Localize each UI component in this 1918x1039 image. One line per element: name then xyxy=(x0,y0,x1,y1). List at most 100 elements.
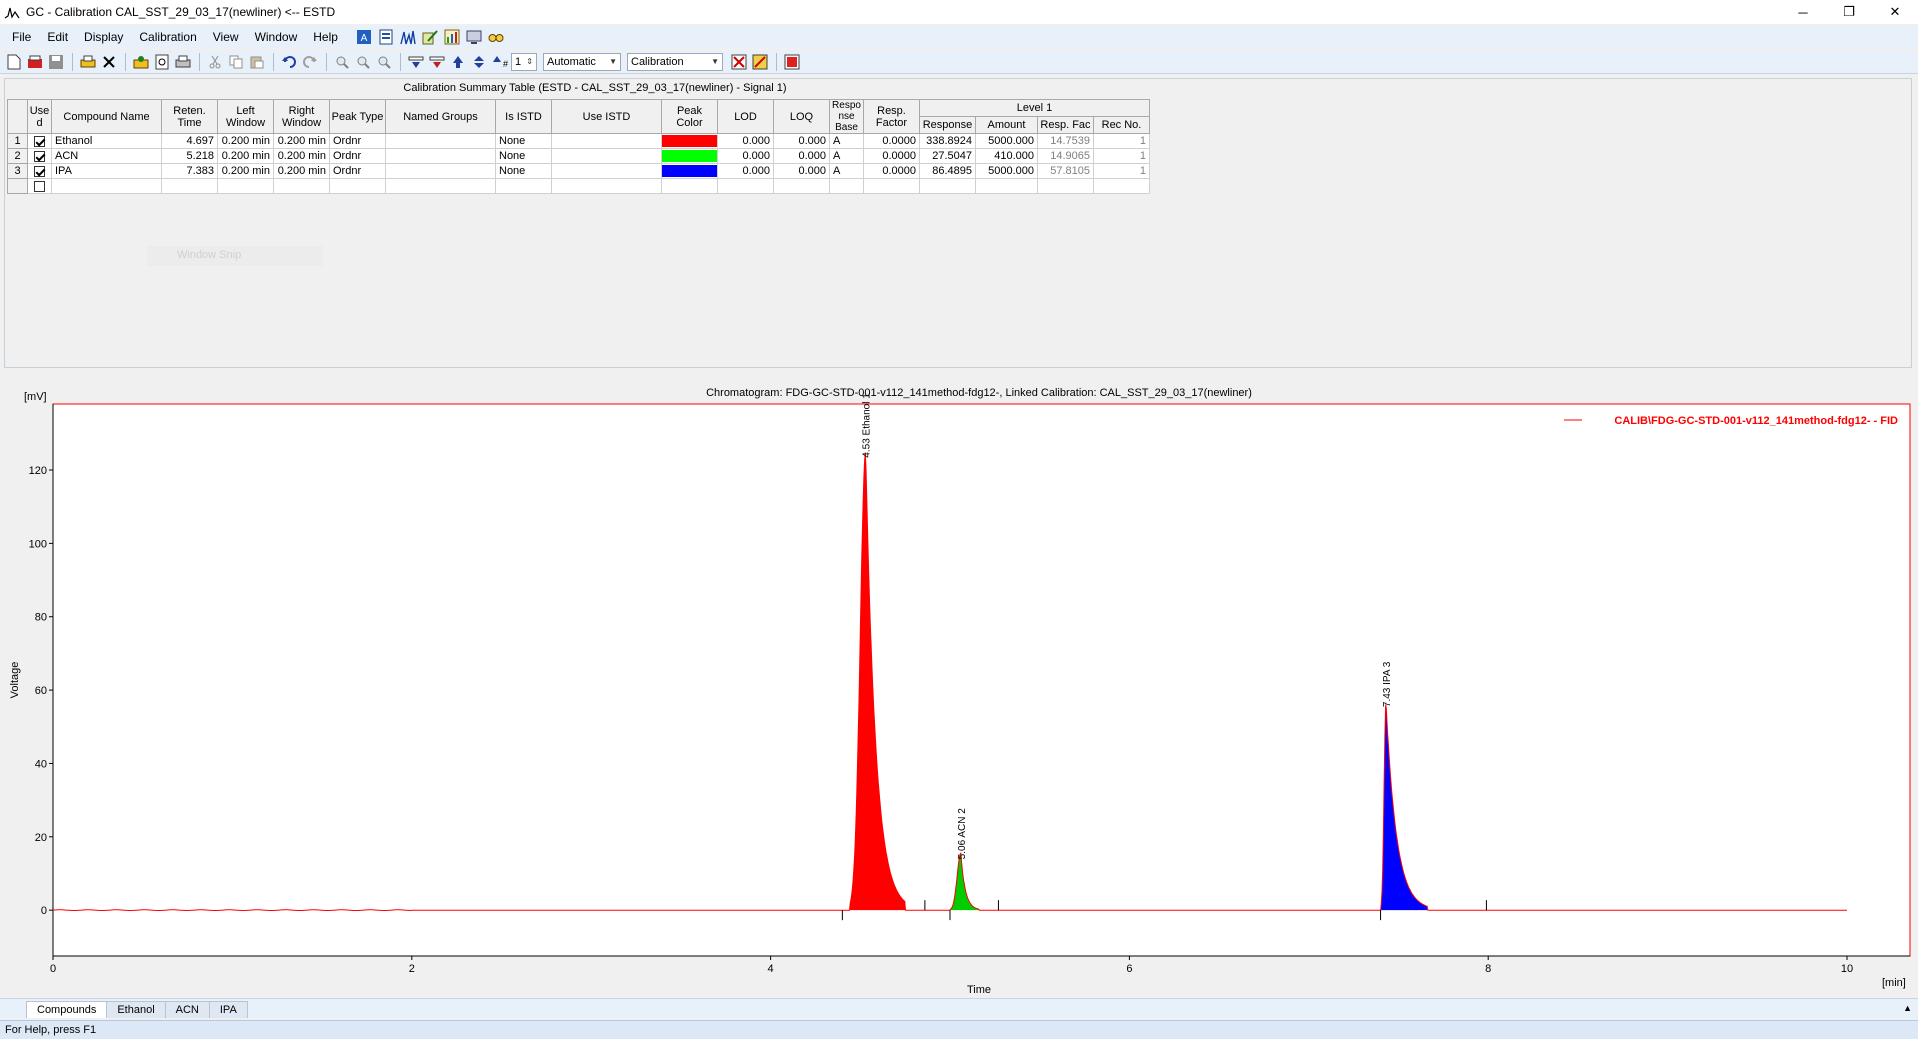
tab-compounds[interactable]: Compounds xyxy=(26,1001,108,1018)
row-number[interactable]: 1 xyxy=(7,133,28,149)
used-checkbox[interactable] xyxy=(27,163,52,179)
menu-calibration[interactable]: Calibration xyxy=(131,30,204,44)
restore-button[interactable]: ❐ xyxy=(1826,0,1872,24)
resp-factor-cell[interactable]: 0.0000 xyxy=(863,133,920,149)
lod-cell[interactable]: 0.000 xyxy=(717,148,774,164)
response-base-cell[interactable]: A xyxy=(829,148,864,164)
stop-red-icon[interactable] xyxy=(782,52,802,72)
col-use-istd[interactable]: Use ISTD xyxy=(551,99,662,134)
resp-factor-cell[interactable] xyxy=(863,178,920,194)
retention-time-cell[interactable] xyxy=(161,178,218,194)
col-retention-time[interactable]: Reten. Time xyxy=(161,99,218,134)
row-number[interactable] xyxy=(7,178,28,194)
rec-no-cell[interactable]: 1 xyxy=(1093,133,1150,149)
col-amount[interactable]: Amount xyxy=(975,116,1038,134)
resp-fac-cell[interactable]: 14.7539 xyxy=(1037,133,1094,149)
is-istd-cell[interactable]: None xyxy=(495,148,552,164)
peak-type-cell[interactable] xyxy=(329,178,386,194)
left-window-cell[interactable]: 0.200 min xyxy=(217,163,274,179)
is-istd-cell[interactable]: None xyxy=(495,133,552,149)
menu-view[interactable]: View xyxy=(205,30,247,44)
used-checkbox[interactable] xyxy=(27,148,52,164)
loq-cell[interactable] xyxy=(773,178,830,194)
menu-help[interactable]: Help xyxy=(305,30,346,44)
copy-icon[interactable] xyxy=(226,52,246,72)
label-a-icon[interactable]: A xyxy=(356,29,372,45)
named-groups-cell[interactable] xyxy=(385,178,496,194)
named-groups-cell[interactable] xyxy=(385,163,496,179)
col-rec-no[interactable]: Rec No. xyxy=(1093,116,1150,134)
use-istd-cell[interactable] xyxy=(551,148,662,164)
peak-label-1[interactable]: 4.53 Ethanol 1 xyxy=(862,393,873,458)
peaks-icon[interactable] xyxy=(400,29,416,45)
response-cell[interactable]: 27.5047 xyxy=(919,148,976,164)
checkbox[interactable] xyxy=(34,180,45,192)
named-groups-cell[interactable] xyxy=(385,133,496,149)
left-window-cell[interactable]: 0.200 min xyxy=(217,133,274,149)
named-groups-cell[interactable] xyxy=(385,148,496,164)
col-left-window[interactable]: Left Window xyxy=(217,99,274,134)
lod-cell[interactable]: 0.000 xyxy=(717,133,774,149)
redo-icon[interactable] xyxy=(300,52,320,72)
amount-cell[interactable]: 5000.000 xyxy=(975,163,1038,179)
col-used[interactable]: Use d xyxy=(27,99,52,134)
peak-color-cell[interactable] xyxy=(661,163,718,179)
zoom-out-icon[interactable] xyxy=(353,52,373,72)
loq-cell[interactable]: 0.000 xyxy=(773,163,830,179)
response-base-cell[interactable] xyxy=(829,178,864,194)
response-base-cell[interactable]: A xyxy=(829,163,864,179)
rec-no-cell[interactable]: 1 xyxy=(1093,148,1150,164)
col-named-groups[interactable]: Named Groups xyxy=(385,99,496,134)
col-level-1[interactable]: Level 1 xyxy=(919,99,1150,117)
menu-window[interactable]: Window xyxy=(247,30,306,44)
save-icon[interactable] xyxy=(46,52,66,72)
right-window-cell[interactable]: 0.200 min xyxy=(273,133,330,149)
used-checkbox[interactable] xyxy=(27,133,52,149)
load-method-icon[interactable] xyxy=(131,52,151,72)
peak-expand-icon[interactable] xyxy=(469,52,489,72)
col-right-window[interactable]: Right Window xyxy=(273,99,330,134)
compound-name-cell[interactable]: IPA xyxy=(51,163,162,179)
color-swatch[interactable] xyxy=(662,165,717,177)
col-loq[interactable]: LOQ xyxy=(773,99,830,134)
print-preview-icon[interactable] xyxy=(152,52,172,72)
use-istd-cell[interactable] xyxy=(551,178,662,194)
table-row[interactable]: 2 ACN 5.218 0.200 min 0.200 min Ordnr None 0.00… xyxy=(7,148,1150,164)
rec-no-cell[interactable] xyxy=(1093,178,1150,194)
col-lod[interactable]: LOD xyxy=(717,99,774,134)
level-spinner[interactable]: 1 ⇕ xyxy=(511,52,537,71)
tab-acn[interactable]: ACN xyxy=(164,1001,210,1018)
is-istd-cell[interactable] xyxy=(495,178,552,194)
peak-type-cell[interactable]: Ordnr xyxy=(329,163,386,179)
resize-grip-icon[interactable]: ▲ xyxy=(1903,1003,1912,1013)
checkbox[interactable] xyxy=(34,135,45,147)
view-dropdown[interactable]: Calibration ▼ xyxy=(627,52,723,71)
peak-type-cell[interactable]: Ordnr xyxy=(329,148,386,164)
integrate-icon[interactable] xyxy=(406,52,426,72)
tab-ethanol[interactable]: Ethanol xyxy=(106,1001,166,1018)
col-peak-color[interactable]: Peak Color xyxy=(661,99,718,134)
resp-factor-cell[interactable]: 0.0000 xyxy=(863,163,920,179)
col-response[interactable]: Response xyxy=(919,116,976,134)
glasses-icon[interactable] xyxy=(488,29,504,45)
menu-display[interactable]: Display xyxy=(76,30,131,44)
print-icon[interactable] xyxy=(173,52,193,72)
row-number[interactable]: 2 xyxy=(7,148,28,164)
amount-cell[interactable]: 410.000 xyxy=(975,148,1038,164)
tab-ipa[interactable]: IPA xyxy=(208,1001,248,1018)
checkbox[interactable] xyxy=(34,165,45,177)
peak-label-3[interactable]: 7.43 IPA 3 xyxy=(1382,661,1393,707)
response-cell[interactable] xyxy=(919,178,976,194)
resp-fac-cell[interactable]: 57.8105 xyxy=(1037,163,1094,179)
retention-time-cell[interactable]: 7.383 xyxy=(161,163,218,179)
col-resp-fac[interactable]: Resp. Fac xyxy=(1037,116,1094,134)
response-base-cell[interactable]: A xyxy=(829,133,864,149)
table-row[interactable]: 3 IPA 7.383 0.200 min 0.200 min Ordnr None 0.00… xyxy=(7,163,1150,179)
compound-name-cell[interactable]: Ethanol xyxy=(51,133,162,149)
response-cell[interactable]: 338.8924 xyxy=(919,133,976,149)
loq-cell[interactable]: 0.000 xyxy=(773,133,830,149)
loq-cell[interactable]: 0.000 xyxy=(773,148,830,164)
mode-dropdown[interactable]: Automatic ▼ xyxy=(543,52,621,71)
right-window-cell[interactable]: 0.200 min xyxy=(273,163,330,179)
compound-name-cell[interactable] xyxy=(51,178,162,194)
